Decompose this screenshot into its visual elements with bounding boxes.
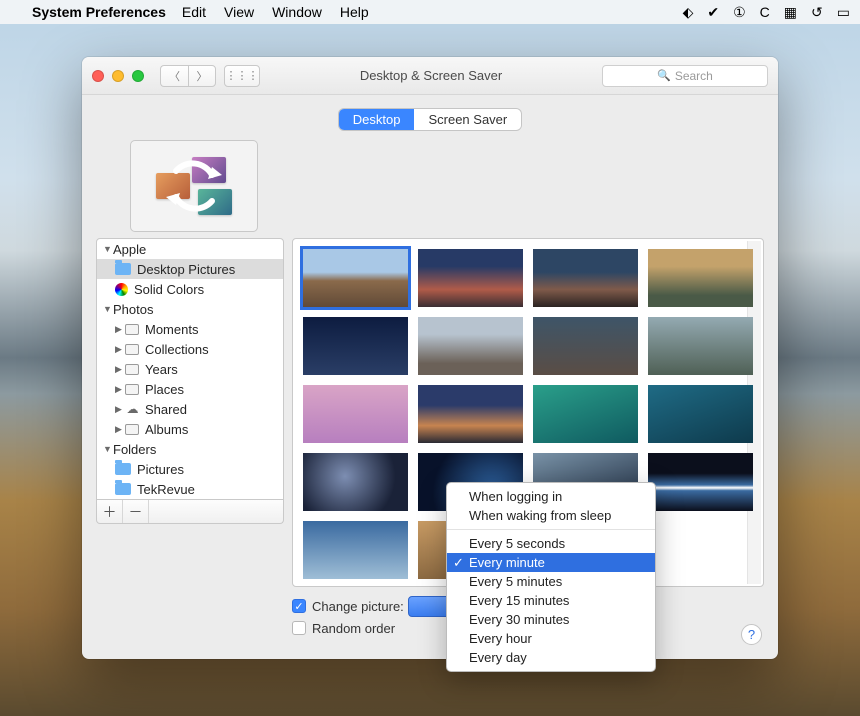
sidebar-item-shared[interactable]: ▶☁Shared [97,399,283,419]
airplay-icon[interactable]: ▭ [837,4,850,21]
folder-icon [115,463,131,475]
album-icon [125,424,139,435]
dropbox-icon[interactable]: ⬖ [683,4,694,21]
search-icon: 🔍 [657,69,671,82]
wallpaper-thumb[interactable] [533,385,638,443]
rotate-pictures-icon [156,157,232,215]
change-picture-checkbox[interactable]: ✓ [292,599,306,613]
wallpaper-thumb[interactable] [303,249,408,307]
sidebar-item-solid-colors[interactable]: Solid Colors [97,279,283,299]
search-field[interactable]: 🔍 Search [602,65,768,87]
wallpaper-thumb[interactable] [533,249,638,307]
menu-edit[interactable]: Edit [182,4,206,20]
show-all-button[interactable]: ⋮⋮⋮ [224,65,260,87]
help-button[interactable]: ? [741,624,762,645]
wallpaper-thumb[interactable] [418,249,523,307]
interval-option[interactable]: When logging in [447,487,655,506]
sidebar-item-pictures[interactable]: Pictures [97,459,283,479]
wallpaper-thumb[interactable] [303,453,408,511]
tab-screensaver[interactable]: Screen Saver [414,109,521,130]
folder-icon [115,483,131,495]
random-order-checkbox[interactable] [292,621,306,635]
wallpaper-thumb[interactable] [303,317,408,375]
interval-option[interactable]: When waking from sleep [447,506,655,525]
menu-help[interactable]: Help [340,4,369,20]
check-circle-icon[interactable]: ✔ [707,4,719,21]
menu-window[interactable]: Window [272,4,322,20]
wallpaper-thumb[interactable] [418,317,523,375]
random-order-label: Random order [312,621,395,636]
sidebar-item-places[interactable]: ▶Places [97,379,283,399]
wallpaper-thumb[interactable] [303,385,408,443]
back-button[interactable]: 〈 [160,65,188,87]
interval-option-selected[interactable]: Every minute [447,553,655,572]
menubar: System Preferences Edit View Window Help… [0,0,860,24]
crescent-icon[interactable]: C [760,4,770,20]
interval-option[interactable]: Every day [447,648,655,667]
window-minimize-button[interactable] [112,70,124,82]
sidebar-item-years[interactable]: ▶Years [97,359,283,379]
source-list-footer: ＋ － [96,500,284,524]
colorwheel-icon [115,283,128,296]
sidebar-group-photos[interactable]: ▼Photos [97,299,283,319]
wallpaper-thumb[interactable] [648,317,753,375]
tab-bar: Desktop Screen Saver [82,95,778,140]
album-icon [125,364,139,375]
sidebar-item-albums[interactable]: ▶Albums [97,419,283,439]
folder-icon [115,263,131,275]
interval-option[interactable]: Every 5 seconds [447,534,655,553]
menu-view[interactable]: View [224,4,254,20]
wallpaper-thumb[interactable] [533,317,638,375]
interval-menu[interactable]: When logging in When waking from sleep E… [446,482,656,672]
wallpaper-thumb[interactable] [303,521,408,579]
cloud-icon: ☁ [125,402,140,416]
sidebar-item-moments[interactable]: ▶Moments [97,319,283,339]
album-icon [125,384,139,395]
window-close-button[interactable] [92,70,104,82]
remove-folder-button[interactable]: － [123,500,149,523]
sidebar-item-desktop-pictures[interactable]: Desktop Pictures [97,259,283,279]
album-icon [125,324,139,335]
menu-separator [447,529,655,530]
preferences-window: 〈 〉 ⋮⋮⋮ Desktop & Screen Saver 🔍 Search … [82,57,778,659]
wallpaper-thumb[interactable] [648,453,753,511]
titlebar: 〈 〉 ⋮⋮⋮ Desktop & Screen Saver 🔍 Search [82,57,778,95]
sidebar-group-folders[interactable]: ▼Folders [97,439,283,459]
search-placeholder: Search [675,69,713,83]
sidebar-item-collections[interactable]: ▶Collections [97,339,283,359]
interval-option[interactable]: Every 15 minutes [447,591,655,610]
change-picture-label: Change picture: [312,599,404,614]
window-zoom-button[interactable] [132,70,144,82]
wallpaper-thumb[interactable] [648,249,753,307]
tab-desktop[interactable]: Desktop [339,109,415,130]
wallpaper-thumb[interactable] [418,385,523,443]
interval-option[interactable]: Every hour [447,629,655,648]
add-folder-button[interactable]: ＋ [97,500,123,523]
interval-option[interactable]: Every 5 minutes [447,572,655,591]
desktop-preview [130,140,258,232]
calendar-icon[interactable]: ▦ [784,4,797,21]
source-list[interactable]: ▼Apple Desktop Pictures Solid Colors ▼Ph… [96,238,284,500]
wallpaper-thumb[interactable] [648,385,753,443]
window-title: Desktop & Screen Saver [260,68,602,83]
onepassword-icon[interactable]: ① [733,4,746,21]
nav-buttons: 〈 〉 [160,65,216,87]
menubar-app-name[interactable]: System Preferences [32,4,166,20]
sidebar-group-apple[interactable]: ▼Apple [97,239,283,259]
sidebar-item-tekrevue[interactable]: TekRevue [97,479,283,499]
forward-button[interactable]: 〉 [188,65,216,87]
interval-option[interactable]: Every 30 minutes [447,610,655,629]
album-icon [125,344,139,355]
timemachine-icon[interactable]: ↺ [811,4,823,21]
